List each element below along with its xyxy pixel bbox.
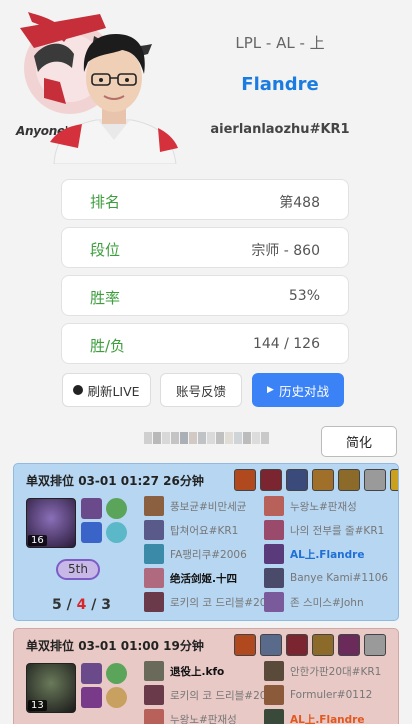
player-row[interactable]: FA팽리쿠#2006 bbox=[144, 543, 247, 565]
stat-value: 第488 bbox=[279, 195, 320, 211]
stat-tier: 段位 宗师 - 860 bbox=[61, 227, 349, 268]
summoner-spell-icon bbox=[81, 687, 102, 708]
player-name[interactable]: Flandre bbox=[200, 74, 360, 95]
player-row[interactable]: Formuler#0112 bbox=[264, 684, 372, 706]
blurred-content bbox=[144, 432, 270, 444]
record-dot-icon bbox=[73, 385, 84, 395]
rune-primary-icon bbox=[106, 498, 127, 519]
stat-label: 排名 bbox=[90, 193, 121, 211]
match-header: 单双排位 03-01 01:27 26分钟 bbox=[26, 472, 204, 489]
player-row-self[interactable]: AL上.Flandre bbox=[264, 543, 364, 565]
stat-winrate: 胜率 53% bbox=[61, 275, 349, 316]
stat-win-loss: 胜/负 144 / 126 bbox=[61, 323, 349, 364]
match-duration: 19分钟 bbox=[163, 639, 204, 653]
item-icon bbox=[260, 634, 282, 656]
stat-value: 53% bbox=[288, 288, 320, 304]
trinket-icon bbox=[390, 469, 398, 491]
item-row bbox=[234, 469, 398, 491]
rune-secondary-icon bbox=[106, 522, 127, 543]
match-card[interactable]: 单双排位 03-01 01:27 26分钟 16 5th 5 / 4 / 3 풍… bbox=[13, 463, 399, 621]
match-history-button[interactable]: ▶ 历史对战 bbox=[252, 373, 344, 407]
item-icon bbox=[312, 469, 334, 491]
stat-rank: 排名 第488 bbox=[61, 179, 349, 220]
player-row[interactable]: 탑쳐어요#KR1 bbox=[144, 519, 238, 541]
kda: 5 / 4 / 3 bbox=[52, 597, 111, 613]
player-row[interactable]: 누왕노#판재성 bbox=[144, 708, 237, 724]
item-icon bbox=[312, 634, 334, 656]
riot-id: aierlanlaozhu#KR1 bbox=[210, 122, 350, 137]
summoner-spell-icon bbox=[81, 663, 102, 684]
item-icon bbox=[286, 469, 308, 491]
player-row[interactable]: 안한가판20대#KR1 bbox=[264, 660, 381, 682]
item-icon bbox=[234, 469, 256, 491]
feedback-label: 账号反馈 bbox=[175, 383, 226, 399]
play-icon: ▶ bbox=[267, 385, 274, 395]
queue-type: 单双排位 bbox=[26, 639, 75, 653]
item-row bbox=[234, 634, 390, 656]
rune-primary-icon bbox=[106, 663, 127, 684]
champion-level: 16 bbox=[28, 535, 47, 546]
item-icon bbox=[234, 634, 256, 656]
item-icon bbox=[364, 634, 386, 656]
item-icon bbox=[338, 634, 360, 656]
player-row[interactable]: 나의 전부를 줄#KR1 bbox=[264, 519, 384, 541]
account-feedback-button[interactable]: 账号反馈 bbox=[160, 373, 242, 407]
player-row[interactable]: 존 스미스#John bbox=[264, 591, 364, 613]
player-row[interactable]: 退役上.kfo bbox=[144, 660, 224, 682]
player-row-self[interactable]: AL上.Flandre bbox=[264, 708, 364, 724]
stat-label: 段位 bbox=[90, 241, 121, 259]
rune-secondary-icon bbox=[106, 687, 127, 708]
league-label: LPL - AL - 上 bbox=[235, 34, 325, 52]
summoner-spell-icon bbox=[81, 498, 102, 519]
player-row[interactable]: 로키의 코 드리블#20 bbox=[144, 684, 266, 706]
history-label: 历史对战 bbox=[278, 383, 329, 399]
stat-label: 胜率 bbox=[90, 289, 121, 307]
player-row[interactable]: 绝活剑姬.十四 bbox=[144, 567, 237, 589]
kills: 5 bbox=[52, 597, 62, 613]
player-portrait bbox=[50, 34, 178, 164]
champion-icon[interactable]: 16 bbox=[26, 498, 76, 548]
refresh-live-button[interactable]: 刷新LIVE bbox=[62, 373, 151, 407]
deaths: 4 bbox=[76, 597, 87, 613]
champion-icon[interactable]: 13 bbox=[26, 663, 76, 713]
item-icon bbox=[260, 469, 282, 491]
player-row[interactable]: 풍보균#비만세균 bbox=[144, 495, 246, 517]
summoner-spell-icon bbox=[81, 522, 102, 543]
stat-value: 144 / 126 bbox=[252, 336, 320, 352]
refresh-label: 刷新LIVE bbox=[87, 383, 140, 399]
item-icon bbox=[338, 469, 360, 491]
match-card[interactable]: 单双排位 03-01 01:00 19分钟 13 退役上.kfo 로키의 코 드… bbox=[13, 628, 399, 724]
match-date: 03-01 01:00 bbox=[78, 639, 159, 653]
placement-badge: 5th bbox=[56, 559, 100, 580]
stat-label: 胜/负 bbox=[90, 337, 126, 355]
assists: 3 bbox=[101, 597, 111, 613]
player-row[interactable]: 누왕노#판재성 bbox=[264, 495, 357, 517]
player-photo: Anyone's Legend bbox=[14, 6, 180, 164]
player-row[interactable]: 로키의 코 드리블#20 bbox=[144, 591, 266, 613]
item-icon bbox=[364, 469, 386, 491]
match-date: 03-01 01:27 bbox=[78, 474, 159, 488]
simplify-button[interactable]: 简化 bbox=[321, 426, 397, 457]
profile-header: Anyone's Legend LPL - AL - 上 Flandre aie… bbox=[0, 0, 412, 172]
stat-value: 宗师 - 860 bbox=[251, 243, 320, 259]
item-icon bbox=[286, 634, 308, 656]
player-row[interactable]: Banye Kami#1106 bbox=[264, 567, 388, 589]
match-duration: 26分钟 bbox=[163, 474, 204, 488]
champion-level: 13 bbox=[28, 700, 47, 711]
match-header: 单双排位 03-01 01:00 19分钟 bbox=[26, 637, 204, 654]
queue-type: 单双排位 bbox=[26, 474, 75, 488]
